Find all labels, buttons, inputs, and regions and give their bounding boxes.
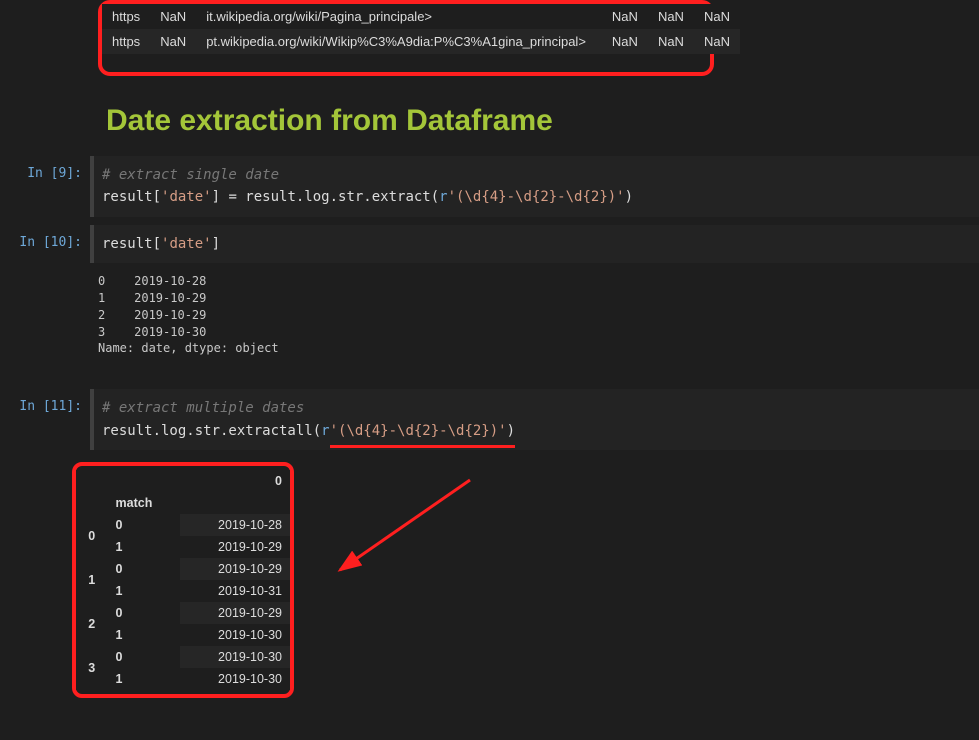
markdown-heading-row: Date extraction from Dataframe xyxy=(0,88,979,156)
output-cell-11: 0 match 002019-10-2812019-10-29102019-10… xyxy=(0,450,979,710)
code-input[interactable]: result['date'] xyxy=(90,225,979,263)
value-cell: 2019-10-30 xyxy=(180,646,290,668)
code-token: ] xyxy=(212,236,220,252)
table-cell: https xyxy=(102,4,150,29)
table-header-col: 0 xyxy=(180,470,290,492)
table-row: 002019-10-28 xyxy=(76,514,290,536)
table-cell: NaN xyxy=(694,29,740,54)
value-cell: 2019-10-30 xyxy=(180,624,290,646)
code-string: 'date' xyxy=(161,189,212,205)
match-index-cell: 0 xyxy=(108,514,181,536)
code-cell-9[interactable]: In [9]: # extract single date result['da… xyxy=(0,156,979,217)
value-cell: 2019-10-29 xyxy=(180,602,290,624)
value-cell: 2019-10-29 xyxy=(180,536,290,558)
stdout-output: 0 2019-10-28 1 2019-10-29 2 2019-10-29 3… xyxy=(90,267,979,369)
match-index-cell: 0 xyxy=(108,646,181,668)
value-cell: 2019-10-31 xyxy=(180,580,290,602)
table-cell: NaN xyxy=(150,4,196,29)
table-cell: NaN xyxy=(648,4,694,29)
code-token: result.log.str.extractall( xyxy=(102,423,321,439)
table-header-blank xyxy=(76,492,108,514)
table-cell: it.wikipedia.org/wiki/Pagina_principale> xyxy=(196,4,596,29)
code-token: result[ xyxy=(102,189,161,205)
table-cell: https xyxy=(102,29,150,54)
code-token: ) xyxy=(625,189,633,205)
group-index-cell: 3 xyxy=(76,646,108,690)
table-cell: NaN xyxy=(596,29,648,54)
code-token: ] = result.log.str.extract( xyxy=(212,189,440,205)
prompt-empty xyxy=(0,88,90,156)
match-index-cell: 0 xyxy=(108,558,181,580)
table-row: httpsNaNit.wikipedia.org/wiki/Pagina_pri… xyxy=(102,4,740,29)
prompt-empty: . xyxy=(0,0,90,88)
table-cell: NaN xyxy=(694,4,740,29)
match-index-cell: 0 xyxy=(108,602,181,624)
match-index-cell: 1 xyxy=(108,580,181,602)
table-cell: pt.wikipedia.org/wiki/Wikip%C3%A9dia:P%C… xyxy=(196,29,596,54)
code-regex: '(\d{4}-\d{2}-\d{2})' xyxy=(448,189,625,205)
annotation-box-top: httpsNaNit.wikipedia.org/wiki/Pagina_pri… xyxy=(98,0,714,76)
table-row: 12019-10-29 xyxy=(76,536,290,558)
top-table: httpsNaNit.wikipedia.org/wiki/Pagina_pri… xyxy=(102,4,740,54)
input-prompt: In [10]: xyxy=(0,225,90,263)
group-index-cell: 0 xyxy=(76,514,108,558)
code-cell-11[interactable]: In [11]: # extract multiple dates result… xyxy=(0,389,979,450)
table-header-match: match xyxy=(108,492,181,514)
table-row: 12019-10-31 xyxy=(76,580,290,602)
section-heading: Date extraction from Dataframe xyxy=(106,104,971,138)
value-cell: 2019-10-28 xyxy=(180,514,290,536)
table-cell: NaN xyxy=(648,29,694,54)
table-cell: NaN xyxy=(150,29,196,54)
code-string: 'date' xyxy=(161,236,212,252)
annotation-box-output: 0 match 002019-10-2812019-10-29102019-10… xyxy=(72,462,294,698)
notebook-root: . httpsNaNit.wikipedia.org/wiki/Pagina_p… xyxy=(0,0,979,710)
code-input[interactable]: # extract multiple dates result.log.str.… xyxy=(90,389,979,450)
code-comment: # extract single date xyxy=(102,167,279,183)
table-row: 202019-10-29 xyxy=(76,602,290,624)
annotation-arrow-icon xyxy=(320,470,480,590)
value-cell: 2019-10-29 xyxy=(180,558,290,580)
match-index-cell: 1 xyxy=(108,624,181,646)
table-header-blank xyxy=(76,470,108,492)
table-row: 12019-10-30 xyxy=(76,624,290,646)
table-row: httpsNaNpt.wikipedia.org/wiki/Wikip%C3%A… xyxy=(102,29,740,54)
code-regex: '(\d{4}-\d{2}-\d{2})' xyxy=(330,423,507,439)
input-prompt: In [11]: xyxy=(0,389,90,450)
table-row: 12019-10-30 xyxy=(76,668,290,690)
code-comment: # extract multiple dates xyxy=(102,400,304,416)
code-token: ) xyxy=(507,423,515,439)
top-output-row: . httpsNaNit.wikipedia.org/wiki/Pagina_p… xyxy=(0,0,979,88)
output-cell-10: 0 2019-10-28 1 2019-10-29 2 2019-10-29 3… xyxy=(0,263,979,381)
table-header-blank xyxy=(180,492,290,514)
table-cell: NaN xyxy=(596,4,648,29)
group-index-cell: 2 xyxy=(76,602,108,646)
match-index-cell: 1 xyxy=(108,536,181,558)
table-header-blank xyxy=(108,470,181,492)
extractall-dataframe: 0 match 002019-10-2812019-10-29102019-10… xyxy=(76,470,290,690)
code-rprefix: r xyxy=(321,423,329,439)
code-rprefix: r xyxy=(439,189,447,205)
table-row: 102019-10-29 xyxy=(76,558,290,580)
value-cell: 2019-10-30 xyxy=(180,668,290,690)
table-row: 302019-10-30 xyxy=(76,646,290,668)
match-index-cell: 1 xyxy=(108,668,181,690)
code-token: result[ xyxy=(102,236,161,252)
code-input[interactable]: # extract single date result['date'] = r… xyxy=(90,156,979,217)
group-index-cell: 1 xyxy=(76,558,108,602)
code-cell-10[interactable]: In [10]: result['date'] xyxy=(0,225,979,263)
input-prompt: In [9]: xyxy=(0,156,90,217)
prompt-empty xyxy=(0,263,90,381)
